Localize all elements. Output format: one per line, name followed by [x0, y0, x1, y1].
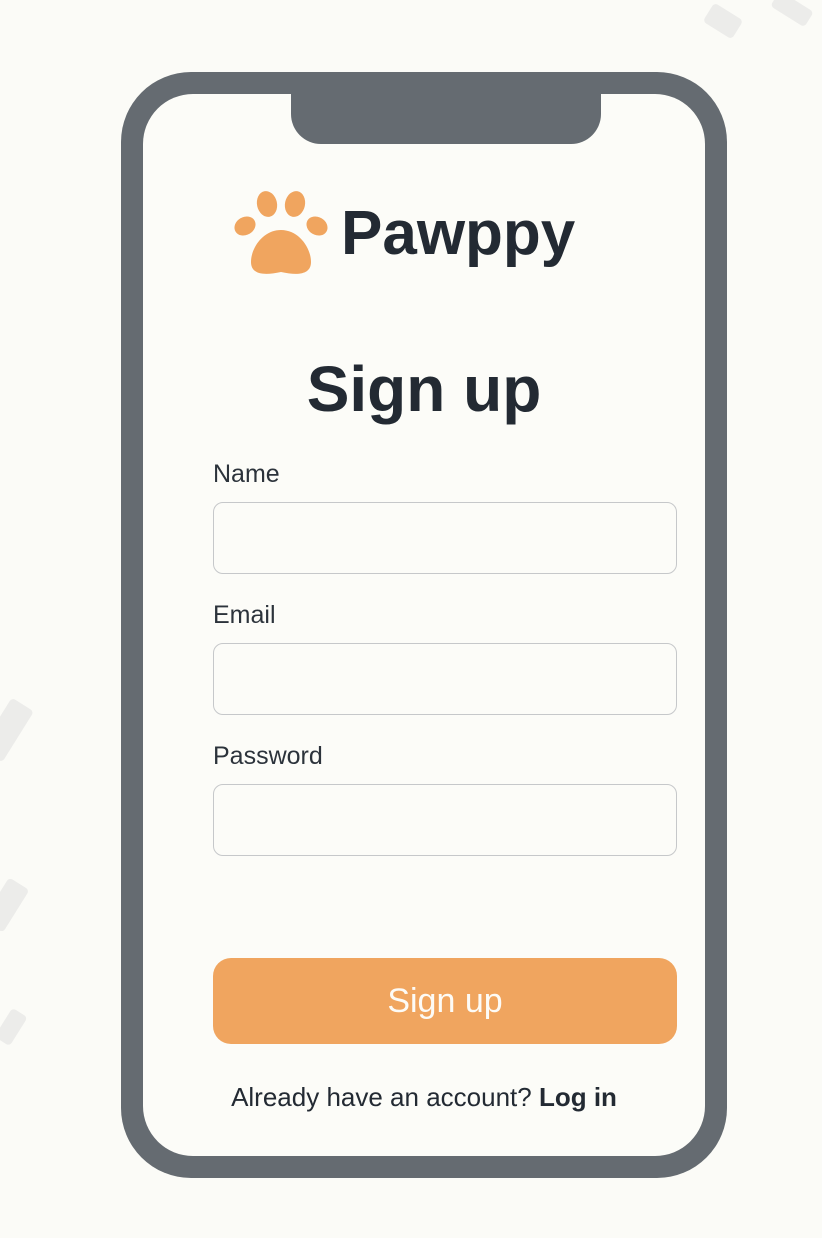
- sign-up-button[interactable]: Sign up: [213, 958, 677, 1044]
- phone-screen: Pawppy Sign up Name Email Password Sign …: [143, 92, 705, 1156]
- email-label: Email: [213, 601, 276, 629]
- brand-header: Pawppy: [229, 188, 575, 278]
- background-decoration: [0, 697, 34, 763]
- phone-notch: [291, 92, 601, 144]
- background-decoration: [0, 877, 30, 933]
- name-input[interactable]: [213, 502, 677, 574]
- page-title: Sign up: [306, 353, 542, 425]
- password-input[interactable]: [213, 784, 677, 856]
- login-prompt: Already have an account? Log in: [143, 1082, 705, 1113]
- background-decoration: [770, 0, 814, 28]
- password-label: Password: [213, 742, 323, 770]
- login-prompt-text: Already have an account?: [231, 1082, 532, 1112]
- email-input[interactable]: [213, 643, 677, 715]
- login-link[interactable]: Log in: [539, 1082, 617, 1112]
- phone-frame: Pawppy Sign up Name Email Password Sign …: [121, 72, 727, 1178]
- brand-name: Pawppy: [341, 198, 576, 268]
- background: Pawppy Sign up Name Email Password Sign …: [0, 0, 822, 1238]
- background-decoration: [702, 2, 744, 40]
- name-label: Name: [213, 460, 280, 488]
- paw-icon: [234, 191, 328, 274]
- background-decoration: [0, 1007, 28, 1047]
